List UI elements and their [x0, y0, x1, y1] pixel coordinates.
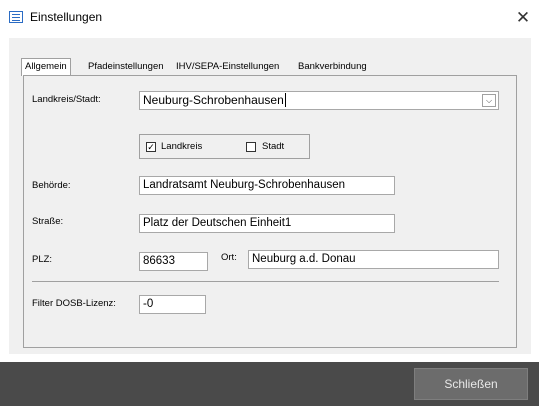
tab-ihv-sepa-einstellungen[interactable]: IHV/SEPA-Einstellungen [173, 59, 282, 75]
tab-bankverbindung[interactable]: Bankverbindung [295, 59, 370, 75]
strasse-field[interactable]: Platz der Deutschen Einheit1 [139, 214, 395, 233]
ort-label: Ort: [221, 252, 237, 263]
tab-pfadeinstellungen[interactable]: Pfadeinstellungen [85, 59, 167, 75]
plz-label: PLZ: [32, 254, 53, 265]
plz-field[interactable]: 86633 [139, 252, 208, 271]
tab-label: IHV/SEPA-Einstellungen [176, 61, 280, 72]
tab-label: Allgemein [25, 61, 67, 72]
close-window-icon[interactable]: ✕ [513, 8, 533, 28]
footer-bar: Schließen [0, 362, 539, 406]
filter-dosb-field[interactable]: -0 [139, 295, 206, 314]
tab-panel-allgemein: Landkreis/Stadt: Neuburg-Schrobenhausen … [23, 75, 517, 348]
title-bar: Einstellungen ✕ [0, 0, 539, 38]
tab-allgemein[interactable]: Allgemein [21, 58, 71, 76]
landkreis-label: Landkreis/Stadt: [32, 94, 101, 105]
landkreis-select[interactable]: Neuburg-Schrobenhausen [139, 91, 499, 110]
stadt-checkbox-label: Stadt [262, 141, 285, 152]
stadt-checkbox[interactable] [246, 142, 256, 152]
ort-field[interactable]: Neuburg a.d. Donau [248, 250, 499, 269]
behoerde-label: Behörde: [32, 180, 71, 191]
schliessen-button[interactable]: Schließen [414, 368, 528, 400]
window-title: Einstellungen [30, 10, 103, 24]
chevron-down-icon[interactable]: ⌵ [482, 94, 496, 107]
separator [32, 281, 499, 282]
behoerde-field[interactable]: Landratsamt Neuburg-Schrobenhausen [139, 176, 395, 195]
landkreis-checkbox-label: Landkreis [161, 141, 203, 152]
tab-label: Pfadeinstellungen [88, 61, 164, 72]
strasse-label: Straße: [32, 216, 64, 227]
dialog-body: Allgemein Pfadeinstellungen IHV/SEPA-Ein… [9, 38, 531, 354]
tab-label: Bankverbindung [298, 61, 367, 72]
filter-dosb-label: Filter DOSB-Lizenz: [32, 298, 116, 309]
landkreis-checkbox[interactable]: ✓ [146, 142, 156, 152]
app-icon [9, 11, 23, 23]
landkreis-value: Neuburg-Schrobenhausen [143, 93, 284, 107]
landkreis-stadt-option-group: ✓ Landkreis Stadt [139, 134, 310, 159]
